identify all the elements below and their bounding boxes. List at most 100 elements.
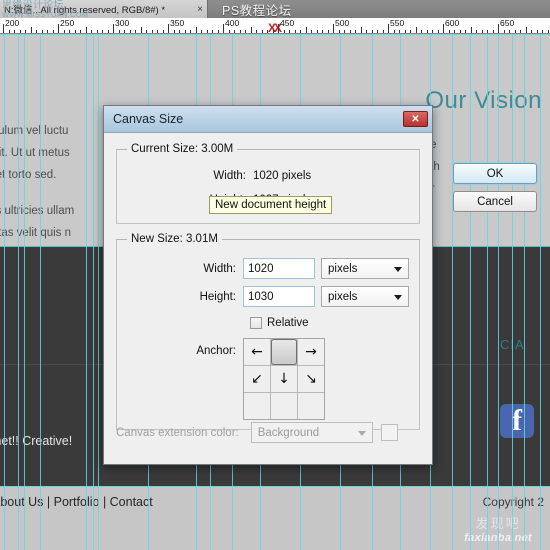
- ruler-tick-label: 650: [500, 18, 515, 28]
- current-width-label: Width:: [213, 170, 246, 182]
- ruler-tick-label: 500: [335, 18, 350, 28]
- ruler-tick-minor: [487, 30, 488, 33]
- anchor-label: Anchor:: [196, 345, 236, 357]
- ruler-tick-minor: [284, 30, 285, 33]
- ruler-tick-major: [223, 24, 224, 33]
- ruler-tick-minor: [328, 30, 329, 33]
- ruler-tick-minor: [42, 30, 43, 33]
- new-width-label: Width:: [203, 262, 236, 275]
- paragraph-line: tibulum vel luctu: [0, 125, 69, 137]
- horizontal-ruler[interactable]: XX 200250300350400450500550600650700: [0, 18, 550, 34]
- ruler-tick-minor: [102, 30, 103, 33]
- ruler-tick-minor: [124, 30, 125, 33]
- current-width-row: Width: 1020 pixels: [125, 166, 411, 186]
- ruler-tick-minor: [207, 30, 208, 33]
- new-height-row: Height: pixels: [125, 285, 411, 308]
- canvas-extension-value: Background: [257, 426, 320, 439]
- ruler-tick-minor: [25, 30, 26, 33]
- ruler-tick-minor: [526, 27, 527, 33]
- ruler-tick-label: 200: [5, 18, 20, 28]
- cancel-button[interactable]: Cancel: [453, 191, 537, 212]
- ruler-tick-minor: [201, 30, 202, 33]
- relative-checkbox[interactable]: [250, 317, 262, 329]
- ruler-tick-label: 300: [115, 18, 130, 28]
- canvas-size-dialog[interactable]: Canvas Size ✕ Current Size: 3.00M Width:…: [103, 105, 537, 465]
- ruler-tick-label: 400: [225, 18, 240, 28]
- photoshop-tab-bar: N:微信...All rights reserved, RGB/8#) * × …: [0, 0, 550, 19]
- ruler-tick-minor: [295, 30, 296, 33]
- ruler-tick-minor: [399, 30, 400, 33]
- ruler-tick-minor: [449, 30, 450, 33]
- close-icon[interactable]: ✕: [403, 111, 428, 127]
- ruler-tick-minor: [482, 30, 483, 33]
- ruler-tick-minor: [31, 27, 32, 33]
- anchor-cell-bottom-left[interactable]: [244, 393, 270, 419]
- canvas-extension-swatch: [380, 424, 398, 441]
- ruler-tick-minor: [520, 30, 521, 33]
- current-size-legend: Current Size: 3.00M: [131, 143, 234, 155]
- ruler-tick-minor: [361, 27, 362, 33]
- ruler-tick-label: 350: [170, 18, 185, 28]
- webpage-footer-nav[interactable]: About Us | Portfolio | Contact: [0, 495, 153, 509]
- anchor-cell-bottom-center[interactable]: [271, 393, 297, 419]
- ruler-tick-minor: [53, 30, 54, 33]
- ruler-tick-minor: [174, 30, 175, 33]
- anchor-cell-middle-center[interactable]: ↓: [271, 366, 297, 392]
- ruler-tick-minor: [300, 30, 301, 33]
- ruler-tick-minor: [416, 27, 417, 33]
- document-tab[interactable]: N:微信...All rights reserved, RGB/8#) * ×: [0, 0, 208, 18]
- anchor-cell-top-center[interactable]: [271, 339, 297, 365]
- ruler-tick-minor: [537, 30, 538, 33]
- ruler-tick-minor: [196, 27, 197, 33]
- ruler-tick-minor: [108, 30, 109, 33]
- ruler-tick-minor: [245, 30, 246, 33]
- ruler-tick-minor: [311, 30, 312, 33]
- anchor-grid[interactable]: ← → ↙ ↓ ↘: [243, 338, 325, 420]
- ruler-tick-minor: [262, 30, 263, 33]
- ruler-tick-minor: [471, 27, 472, 33]
- anchor-cell-top-right[interactable]: →: [298, 339, 324, 365]
- close-icon[interactable]: ×: [197, 4, 203, 15]
- ruler-tick-minor: [355, 30, 356, 33]
- anchor-cell-middle-right[interactable]: ↘: [298, 366, 324, 392]
- ruler-tick-minor: [185, 30, 186, 33]
- ruler-tick-minor: [460, 30, 461, 33]
- anchor-cell-top-left[interactable]: ←: [244, 339, 270, 365]
- ruler-tick-minor: [322, 30, 323, 33]
- new-width-row: Width: pixels: [125, 257, 411, 280]
- current-width-value: 1020 pixels: [253, 170, 312, 182]
- ruler-tick-label: 600: [445, 18, 460, 28]
- ruler-tick-minor: [465, 30, 466, 33]
- relative-row[interactable]: Relative: [250, 314, 411, 332]
- width-input[interactable]: [243, 258, 315, 279]
- ruler-tick-minor: [229, 30, 230, 33]
- ruler-tick-minor: [97, 30, 98, 33]
- paragraph-line: ndit. Ut ut metus: [0, 147, 70, 159]
- ruler-tick-minor: [509, 30, 510, 33]
- dialog-button-column: OK Cancel: [453, 163, 537, 219]
- webpage-heading: Our Vision: [425, 87, 542, 114]
- width-unit-select[interactable]: pixels: [321, 258, 409, 279]
- ok-button[interactable]: OK: [453, 163, 537, 184]
- ruler-tick-minor: [80, 30, 81, 33]
- dialog-title-bar[interactable]: Canvas Size ✕: [104, 106, 432, 133]
- ruler-tick-minor: [542, 30, 543, 33]
- anchor-cell-bottom-right[interactable]: [298, 393, 324, 419]
- facebook-icon[interactable]: f: [500, 404, 534, 438]
- height-unit-select[interactable]: pixels: [321, 286, 409, 307]
- webpage-dark-text: amet!! Creative!: [0, 434, 73, 448]
- ruler-tick-minor: [377, 30, 378, 33]
- height-input[interactable]: [243, 286, 315, 307]
- anchor-cell-middle-left[interactable]: ↙: [244, 366, 270, 392]
- width-unit-value: pixels: [328, 262, 358, 275]
- ruler-tick-minor: [251, 27, 252, 33]
- ruler-tick-minor: [179, 30, 180, 33]
- ruler-tick-minor: [212, 30, 213, 33]
- ruler-tick-minor: [476, 30, 477, 33]
- webpage-copyright: Copyright 2: [482, 495, 544, 509]
- ruler-tick-minor: [36, 30, 37, 33]
- ruler-tick-minor: [9, 30, 10, 33]
- ruler-tick-minor: [20, 30, 21, 33]
- ruler-tick-minor: [163, 30, 164, 33]
- ruler-tick-minor: [86, 27, 87, 33]
